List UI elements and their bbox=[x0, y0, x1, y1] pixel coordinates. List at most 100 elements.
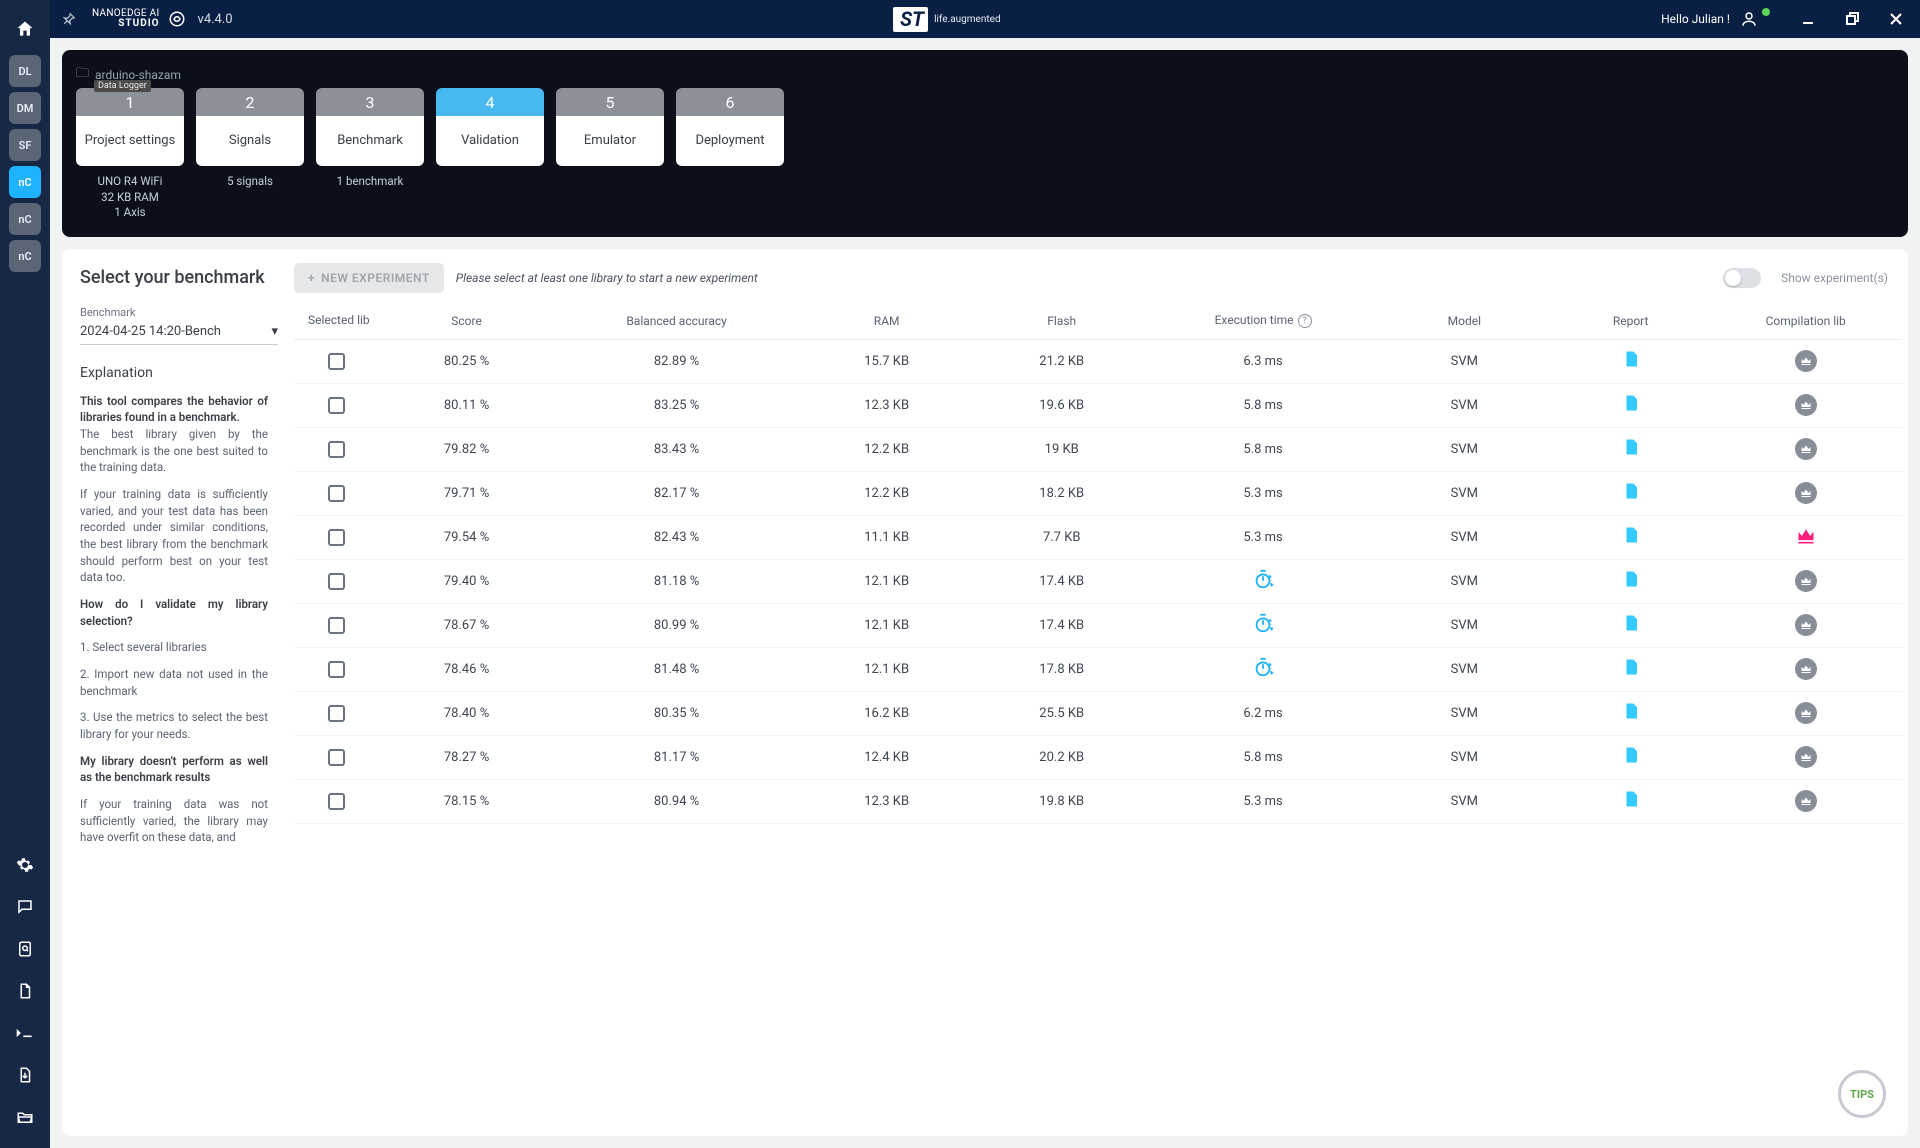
cell-ram: 12.3 KB bbox=[799, 398, 974, 413]
crown-icon[interactable] bbox=[1795, 350, 1817, 372]
stopwatch-icon[interactable] bbox=[1252, 612, 1274, 634]
table-row[interactable]: 78.46 % 81.48 % 12.1 KB 17.8 KB SVM bbox=[294, 648, 1902, 692]
table-row[interactable]: 79.82 % 83.43 % 12.2 KB 19 KB 5.8 ms SVM bbox=[294, 428, 1902, 472]
crown-icon[interactable] bbox=[1795, 482, 1817, 504]
cell-ram: 12.4 KB bbox=[799, 750, 974, 765]
terminal-icon[interactable] bbox=[9, 1017, 41, 1049]
report-icon[interactable] bbox=[1622, 790, 1640, 808]
tips-button[interactable]: TIPS bbox=[1838, 1070, 1886, 1118]
row-checkbox[interactable] bbox=[328, 749, 345, 766]
report-icon[interactable] bbox=[1622, 702, 1640, 720]
folder-open-icon[interactable] bbox=[9, 1101, 41, 1133]
cell-model: SVM bbox=[1377, 750, 1552, 765]
crown-icon[interactable] bbox=[1795, 746, 1817, 768]
pin-icon[interactable] bbox=[62, 12, 76, 26]
stopwatch-icon[interactable] bbox=[1252, 568, 1274, 590]
step-deployment[interactable]: 6 Deployment bbox=[676, 88, 784, 166]
step-emulator[interactable]: 5 Emulator bbox=[556, 88, 664, 166]
user-icon[interactable] bbox=[1740, 10, 1758, 28]
cell-ram: 11.1 KB bbox=[799, 530, 974, 545]
chat-icon[interactable] bbox=[9, 891, 41, 923]
table-row[interactable]: 79.71 % 82.17 % 12.2 KB 18.2 KB 5.3 ms S… bbox=[294, 472, 1902, 516]
report-icon[interactable] bbox=[1622, 350, 1640, 368]
document-icon[interactable] bbox=[9, 975, 41, 1007]
col-report: Report bbox=[1552, 314, 1710, 328]
settings-icon[interactable] bbox=[9, 849, 41, 881]
table-body[interactable]: 80.25 % 82.89 % 15.7 KB 21.2 KB 6.3 ms S… bbox=[294, 340, 1902, 1136]
table-row[interactable]: 78.40 % 80.35 % 16.2 KB 25.5 KB 6.2 ms S… bbox=[294, 692, 1902, 736]
show-experiments-toggle[interactable] bbox=[1723, 268, 1761, 288]
table-row[interactable]: 80.25 % 82.89 % 15.7 KB 21.2 KB 6.3 ms S… bbox=[294, 340, 1902, 384]
col-balanced-accuracy[interactable]: Balanced accuracy bbox=[554, 314, 799, 328]
col-model[interactable]: Model bbox=[1377, 314, 1552, 328]
report-icon[interactable] bbox=[1622, 658, 1640, 676]
row-checkbox[interactable] bbox=[328, 793, 345, 810]
col-flash[interactable]: Flash bbox=[974, 314, 1149, 328]
report-icon[interactable] bbox=[1622, 526, 1640, 544]
cell-exec: 6.3 ms bbox=[1149, 354, 1377, 369]
report-icon[interactable] bbox=[1622, 482, 1640, 500]
crown-icon[interactable] bbox=[1795, 790, 1817, 812]
row-checkbox[interactable] bbox=[328, 397, 345, 414]
rail-project-3[interactable]: nC bbox=[9, 166, 41, 198]
explain-q1-2: 2. Import new data not used in the bench… bbox=[80, 666, 268, 699]
home-icon[interactable] bbox=[9, 13, 41, 45]
table-row[interactable]: 78.67 % 80.99 % 12.1 KB 17.4 KB SVM bbox=[294, 604, 1902, 648]
row-checkbox[interactable] bbox=[328, 441, 345, 458]
crown-icon[interactable] bbox=[1795, 614, 1817, 636]
crown-icon[interactable] bbox=[1795, 394, 1817, 416]
info-icon[interactable]: ? bbox=[1298, 314, 1312, 328]
table-row[interactable]: 79.40 % 81.18 % 12.1 KB 17.4 KB SVM bbox=[294, 560, 1902, 604]
row-checkbox[interactable] bbox=[328, 353, 345, 370]
select-title: Select your benchmark bbox=[80, 267, 278, 288]
export-icon[interactable] bbox=[9, 1059, 41, 1091]
crown-icon[interactable] bbox=[1795, 658, 1817, 680]
crown-icon[interactable] bbox=[1795, 570, 1817, 592]
col-ram[interactable]: RAM bbox=[799, 314, 974, 328]
minimize-button[interactable] bbox=[1796, 7, 1820, 31]
brand-logo-icon bbox=[168, 10, 186, 28]
rail-project-4[interactable]: nC bbox=[9, 203, 41, 235]
table-row[interactable]: 78.27 % 81.17 % 12.4 KB 20.2 KB 5.8 ms S… bbox=[294, 736, 1902, 780]
row-checkbox[interactable] bbox=[328, 705, 345, 722]
step-validation[interactable]: 4 Validation bbox=[436, 88, 544, 166]
row-checkbox[interactable] bbox=[328, 661, 345, 678]
rail-project-1[interactable]: DM bbox=[9, 92, 41, 124]
plus-icon: + bbox=[308, 271, 315, 285]
maximize-button[interactable] bbox=[1840, 7, 1864, 31]
row-checkbox[interactable] bbox=[328, 529, 345, 546]
report-icon[interactable] bbox=[1622, 394, 1640, 412]
crown-icon[interactable] bbox=[1795, 438, 1817, 460]
rail-project-2[interactable]: SF bbox=[9, 129, 41, 161]
rail-project-5[interactable]: nC bbox=[9, 240, 41, 272]
report-icon[interactable] bbox=[1622, 570, 1640, 588]
row-checkbox[interactable] bbox=[328, 617, 345, 634]
report-icon[interactable] bbox=[1622, 614, 1640, 632]
show-experiments-label: Show experiment(s) bbox=[1781, 271, 1888, 285]
search-doc-icon[interactable] bbox=[9, 933, 41, 965]
report-icon[interactable] bbox=[1622, 438, 1640, 456]
table-row[interactable]: 78.15 % 80.94 % 12.3 KB 19.8 KB 5.3 ms S… bbox=[294, 780, 1902, 824]
new-experiment-button[interactable]: + NEW EXPERIMENT bbox=[294, 263, 444, 293]
cell-score: 80.11 % bbox=[379, 398, 554, 413]
benchmark-select[interactable]: 2024-04-25 14:20-Bench ▾ bbox=[80, 319, 278, 345]
table-row[interactable]: 79.54 % 82.43 % 11.1 KB 7.7 KB 5.3 ms SV… bbox=[294, 516, 1902, 560]
table-row[interactable]: 80.11 % 83.25 % 12.3 KB 19.6 KB 5.8 ms S… bbox=[294, 384, 1902, 428]
cell-score: 79.54 % bbox=[379, 530, 554, 545]
benchmark-label: Benchmark bbox=[80, 306, 278, 319]
step-benchmark[interactable]: 3 Benchmark 1 benchmark bbox=[316, 88, 424, 190]
step-number: 2 bbox=[196, 88, 304, 116]
explanation-panel[interactable]: Explanation This tool compares the behav… bbox=[80, 365, 278, 856]
col-score[interactable]: Score bbox=[379, 314, 554, 328]
col-exec-time[interactable]: Execution time? bbox=[1149, 313, 1377, 329]
row-checkbox[interactable] bbox=[328, 573, 345, 590]
step-signals[interactable]: 2 Signals 5 signals bbox=[196, 88, 304, 190]
crown-icon[interactable] bbox=[1795, 702, 1817, 724]
report-icon[interactable] bbox=[1622, 746, 1640, 764]
close-button[interactable] bbox=[1884, 7, 1908, 31]
crown-best-icon[interactable] bbox=[1795, 525, 1817, 547]
step-project-settings[interactable]: 1 Project settings UNO R4 WiFi32 KB RAM1… bbox=[76, 88, 184, 221]
rail-project-0[interactable]: DL bbox=[9, 55, 41, 87]
stopwatch-icon[interactable] bbox=[1252, 656, 1274, 678]
row-checkbox[interactable] bbox=[328, 485, 345, 502]
